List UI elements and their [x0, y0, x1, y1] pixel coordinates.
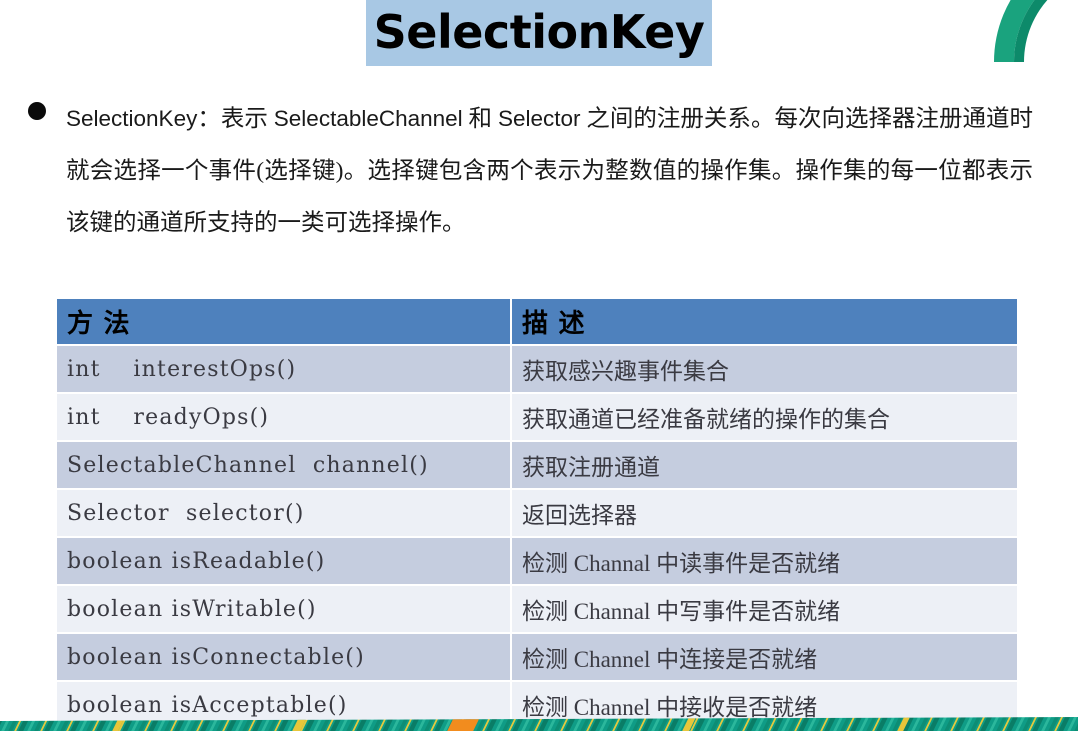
para-seg-0: SelectionKey [66, 106, 198, 131]
slide-canvas: SelectionKey SelectionKey：表示 SelectableC… [0, 0, 1078, 731]
title-block: SelectionKey [0, 0, 1078, 67]
table-body: int interestOps() 获取感兴趣事件集合 int readyOps… [57, 345, 1017, 730]
para-seg-1: ： [197, 106, 221, 132]
para-seg-4: 和 [462, 106, 498, 132]
cell-method: Selector selector() [57, 489, 512, 538]
cell-method: int readyOps() [57, 393, 512, 442]
table-row: boolean isConnectable() 检测 Channel 中连接是否… [57, 633, 1017, 682]
cell-description: 检测 Channal 中读事件是否就绪 [511, 537, 1017, 586]
cell-method: boolean isReadable() [57, 537, 512, 586]
cell-method: boolean isWritable() [57, 585, 512, 634]
cell-description: 获取注册通道 [511, 441, 1017, 490]
bullet-paragraph-text: SelectionKey：表示 SelectableChannel 和 Sele… [66, 93, 1033, 249]
cell-description: 检测 Channal 中写事件是否就绪 [511, 585, 1017, 634]
cell-method: SelectableChannel channel() [57, 441, 512, 490]
table-row: int interestOps() 获取感兴趣事件集合 [57, 345, 1017, 394]
para-seg-3: SelectableChannel [273, 106, 463, 131]
cell-description: 检测 Channel 中接收是否就绪 [511, 681, 1017, 730]
table-row: boolean isReadable() 检测 Channal 中读事件是否就绪 [57, 537, 1017, 586]
cell-description: 检测 Channel 中连接是否就绪 [511, 633, 1017, 682]
table-header-row: 方 法 描 述 [57, 299, 1017, 346]
para-seg-5: Selector [497, 106, 581, 131]
cell-method: boolean isConnectable() [57, 633, 512, 682]
bullet-point-icon [28, 102, 46, 120]
cell-description: 获取感兴趣事件集合 [511, 345, 1017, 394]
table-row: boolean isWritable() 检测 Channal 中写事件是否就绪 [57, 585, 1017, 634]
cell-method: boolean isAcceptable() [57, 681, 512, 730]
cell-description: 返回选择器 [511, 489, 1017, 538]
table-row: Selector selector() 返回选择器 [57, 489, 1017, 538]
page-title: SelectionKey [365, 0, 713, 67]
table-row: SelectableChannel channel() 获取注册通道 [57, 441, 1017, 490]
table-row: boolean isAcceptable() 检测 Channel 中接收是否就… [57, 681, 1017, 730]
table-row: int readyOps() 获取通道已经准备就绪的操作的集合 [57, 393, 1017, 442]
cell-method: int interestOps() [57, 345, 512, 394]
selectionkey-methods-table: 方 法 描 述 int interestOps() 获取感兴趣事件集合 int … [57, 299, 1017, 730]
cell-description: 获取通道已经准备就绪的操作的集合 [511, 393, 1017, 442]
column-header-method: 方 法 [57, 299, 512, 346]
column-header-description: 描 述 [511, 299, 1017, 346]
bullet-paragraph: SelectionKey：表示 SelectableChannel 和 Sele… [28, 93, 1033, 249]
para-seg-2: 表示 [220, 106, 274, 132]
